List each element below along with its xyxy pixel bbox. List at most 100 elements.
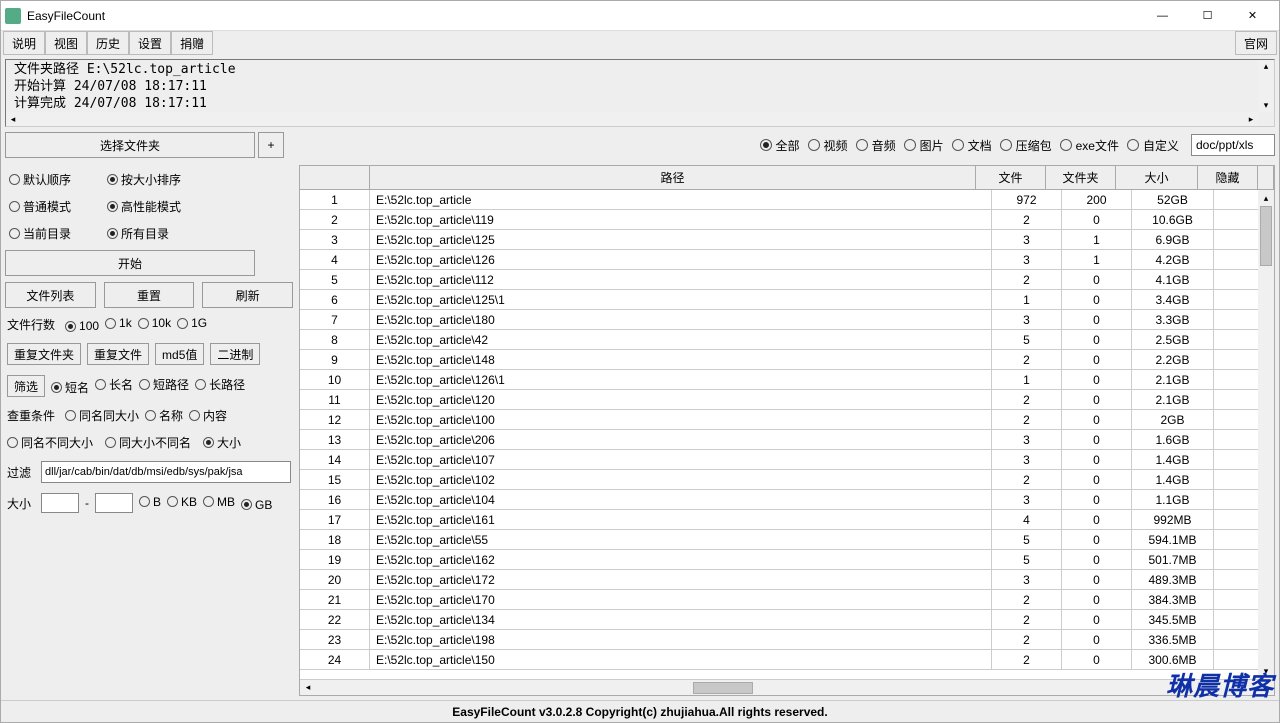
size-label: 大小 bbox=[7, 495, 31, 512]
dup-btn-3[interactable]: 二进制 bbox=[210, 343, 260, 365]
table-row[interactable]: 23E:\52lc.top_article\19820336.5MB bbox=[300, 630, 1274, 650]
type-filter-exe文件[interactable]: exe文件 bbox=[1060, 137, 1119, 154]
rowcount-1G[interactable]: 1G bbox=[177, 316, 207, 330]
type-filter-图片[interactable]: 图片 bbox=[904, 137, 944, 154]
table-row[interactable]: 8E:\52lc.top_article\42502.5GB bbox=[300, 330, 1274, 350]
filter-button[interactable]: 筛选 bbox=[7, 375, 45, 397]
table-row[interactable]: 6E:\52lc.top_article\125\1103.4GB bbox=[300, 290, 1274, 310]
log-hscroll[interactable]: ◂▸ bbox=[6, 112, 1258, 126]
filter-ext-input[interactable] bbox=[41, 461, 291, 483]
table-row[interactable]: 12E:\52lc.top_article\100202GB bbox=[300, 410, 1274, 430]
close-button[interactable]: ✕ bbox=[1230, 2, 1275, 30]
table-row[interactable]: 3E:\52lc.top_article\125316.9GB bbox=[300, 230, 1274, 250]
table-row[interactable]: 21E:\52lc.top_article\17020384.3MB bbox=[300, 590, 1274, 610]
start-button[interactable]: 开始 bbox=[5, 250, 255, 276]
file-list-button[interactable]: 文件列表 bbox=[5, 282, 96, 308]
radio-mode-highperf[interactable]: 高性能模式 bbox=[107, 198, 181, 215]
table-row[interactable]: 20E:\52lc.top_article\17230489.3MB bbox=[300, 570, 1274, 590]
table-row[interactable]: 22E:\52lc.top_article\13420345.5MB bbox=[300, 610, 1274, 630]
rowcount-10k[interactable]: 10k bbox=[138, 316, 171, 330]
log-text: 文件夹路径 E:\52lc.top_article 开始计算 24/07/08 … bbox=[14, 62, 1256, 113]
add-folder-button[interactable]: + bbox=[258, 132, 284, 158]
pathlen-3[interactable]: 长路径 bbox=[195, 376, 245, 393]
menu-website[interactable]: 官网 bbox=[1235, 31, 1277, 55]
radio-mode-normal[interactable]: 普通模式 bbox=[9, 198, 71, 215]
maximize-button[interactable]: ☐ bbox=[1185, 2, 1230, 30]
dupcond-内容[interactable]: 内容 bbox=[189, 407, 227, 424]
menu-4[interactable]: 捐赠 bbox=[171, 31, 213, 55]
th-scrollbar-spacer bbox=[1258, 166, 1274, 189]
size-from-input[interactable] bbox=[41, 493, 79, 513]
unit-MB[interactable]: MB bbox=[203, 495, 235, 509]
type-filter-视频[interactable]: 视频 bbox=[808, 137, 848, 154]
dupcond-名称[interactable]: 名称 bbox=[145, 407, 183, 424]
table-row[interactable]: 9E:\52lc.top_article\148202.2GB bbox=[300, 350, 1274, 370]
pathlen-0[interactable]: 短名 bbox=[51, 379, 89, 396]
type-filter-自定义[interactable]: 自定义 bbox=[1127, 137, 1179, 154]
pathlen-1[interactable]: 长名 bbox=[95, 376, 133, 393]
titlebar: EasyFileCount — ☐ ✕ bbox=[1, 1, 1279, 31]
status-bar: EasyFileCount v3.0.2.8 Copyright(c) zhuj… bbox=[1, 700, 1279, 722]
rowcount-100[interactable]: 100 bbox=[65, 319, 99, 333]
table-row[interactable]: 10E:\52lc.top_article\126\1102.1GB bbox=[300, 370, 1274, 390]
unit-KB[interactable]: KB bbox=[167, 495, 197, 509]
table-row[interactable]: 16E:\52lc.top_article\104301.1GB bbox=[300, 490, 1274, 510]
menubar: 说明视图历史设置捐赠 官网 bbox=[1, 31, 1279, 55]
type-filter-音频[interactable]: 音频 bbox=[856, 137, 896, 154]
log-vscroll[interactable]: ▴▾ bbox=[1258, 60, 1274, 112]
table-row[interactable]: 18E:\52lc.top_article\5550594.1MB bbox=[300, 530, 1274, 550]
pathlen-2[interactable]: 短路径 bbox=[139, 376, 189, 393]
rowcount-1k[interactable]: 1k bbox=[105, 316, 132, 330]
rowcount-label: 文件行数 bbox=[7, 316, 55, 333]
log-panel: 文件夹路径 E:\52lc.top_article 开始计算 24/07/08 … bbox=[5, 59, 1275, 127]
menu-1[interactable]: 视图 bbox=[45, 31, 87, 55]
menu-2[interactable]: 历史 bbox=[87, 31, 129, 55]
th-hide[interactable]: 隐藏 bbox=[1198, 166, 1258, 189]
radio-sort-size[interactable]: 按大小排序 bbox=[107, 171, 181, 188]
window-title: EasyFileCount bbox=[27, 9, 105, 23]
type-filter-文档[interactable]: 文档 bbox=[952, 137, 992, 154]
table-row[interactable]: 1E:\52lc.top_article97220052GB bbox=[300, 190, 1274, 210]
dupcond-大小[interactable]: 大小 bbox=[203, 434, 241, 451]
th-folders[interactable]: 文件夹 bbox=[1046, 166, 1116, 189]
dupcond-同名同大小[interactable]: 同名同大小 bbox=[65, 407, 139, 424]
app-icon bbox=[5, 8, 21, 24]
th-size[interactable]: 大小 bbox=[1116, 166, 1198, 189]
table-row[interactable]: 17E:\52lc.top_article\16140992MB bbox=[300, 510, 1274, 530]
dup-btn-0[interactable]: 重复文件夹 bbox=[7, 343, 81, 365]
table-row[interactable]: 13E:\52lc.top_article\206301.6GB bbox=[300, 430, 1274, 450]
minimize-button[interactable]: — bbox=[1140, 2, 1185, 30]
radio-scope-all[interactable]: 所有目录 bbox=[107, 225, 169, 242]
type-filter-全部[interactable]: 全部 bbox=[760, 137, 800, 154]
menu-3[interactable]: 设置 bbox=[129, 31, 171, 55]
table-row[interactable]: 15E:\52lc.top_article\102201.4GB bbox=[300, 470, 1274, 490]
radio-scope-current[interactable]: 当前目录 bbox=[9, 225, 71, 242]
unit-GB[interactable]: GB bbox=[241, 498, 272, 512]
table-hscroll[interactable]: ◂▸ bbox=[300, 679, 1274, 695]
select-folder-button[interactable]: 选择文件夹 bbox=[5, 132, 255, 158]
th-path[interactable]: 路径 bbox=[370, 166, 976, 189]
table-row[interactable]: 11E:\52lc.top_article\120202.1GB bbox=[300, 390, 1274, 410]
refresh-button[interactable]: 刷新 bbox=[202, 282, 293, 308]
menu-0[interactable]: 说明 bbox=[3, 31, 45, 55]
th-index[interactable] bbox=[300, 166, 370, 189]
table-row[interactable]: 2E:\52lc.top_article\1192010.6GB bbox=[300, 210, 1274, 230]
radio-sort-default[interactable]: 默认顺序 bbox=[9, 171, 71, 188]
size-to-input[interactable] bbox=[95, 493, 133, 513]
table-row[interactable]: 5E:\52lc.top_article\112204.1GB bbox=[300, 270, 1274, 290]
dup-btn-1[interactable]: 重复文件 bbox=[87, 343, 149, 365]
table-row[interactable]: 24E:\52lc.top_article\15020300.6MB bbox=[300, 650, 1274, 670]
unit-B[interactable]: B bbox=[139, 495, 161, 509]
th-files[interactable]: 文件 bbox=[976, 166, 1046, 189]
table-row[interactable]: 7E:\52lc.top_article\180303.3GB bbox=[300, 310, 1274, 330]
type-filter-压缩包[interactable]: 压缩包 bbox=[1000, 137, 1052, 154]
dupcond-同名不同大小[interactable]: 同名不同大小 bbox=[7, 434, 93, 451]
dupcond-同大小不同名[interactable]: 同大小不同名 bbox=[105, 434, 191, 451]
dup-btn-2[interactable]: md5值 bbox=[155, 343, 204, 365]
reset-button[interactable]: 重置 bbox=[104, 282, 195, 308]
table-row[interactable]: 19E:\52lc.top_article\16250501.7MB bbox=[300, 550, 1274, 570]
custom-filter-input[interactable] bbox=[1191, 134, 1275, 156]
table-row[interactable]: 4E:\52lc.top_article\126314.2GB bbox=[300, 250, 1274, 270]
table-vscroll[interactable]: ▴▾ bbox=[1258, 190, 1274, 679]
table-row[interactable]: 14E:\52lc.top_article\107301.4GB bbox=[300, 450, 1274, 470]
